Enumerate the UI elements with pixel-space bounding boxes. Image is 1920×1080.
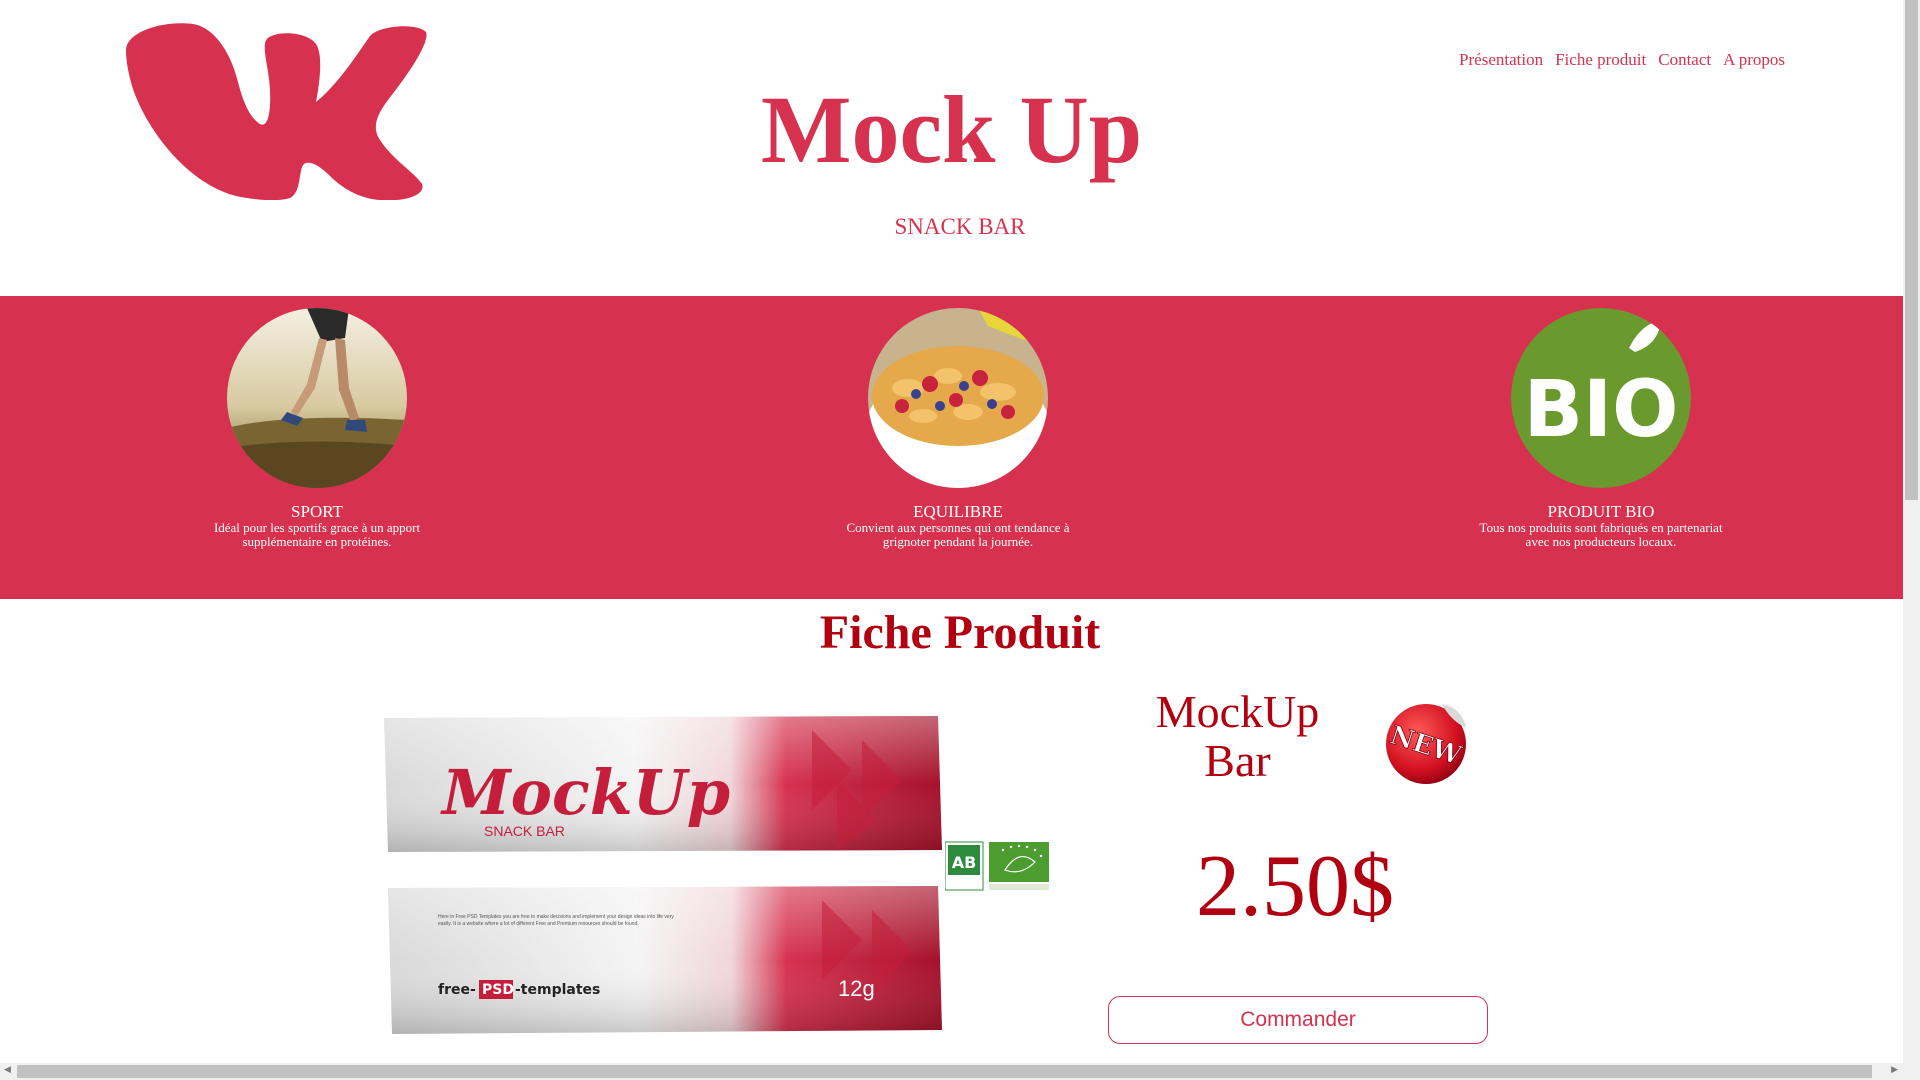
feature-title: EQUILIBRE (913, 502, 1003, 521)
nav-presentation[interactable]: Présentation (1459, 50, 1543, 70)
feature-title: SPORT (291, 502, 343, 521)
svg-text:MockUp: MockUp (440, 756, 730, 829)
feature-text: Idéal pour les sportifs grace à un appor… (213, 520, 421, 549)
bio-badge-icon: BIO (1511, 308, 1691, 488)
svg-text:PSD: PSD (482, 982, 514, 998)
horizontal-scrollbar[interactable]: ◀ ▶ (0, 1063, 1920, 1080)
svg-text:BIO: BIO (1524, 365, 1679, 455)
svg-text:12g: 12g (838, 976, 875, 1001)
feature-text: Tous nos produits sont fabriqués en part… (1479, 520, 1723, 549)
feature-equilibre: EQUILIBRE Convient aux personnes qui ont… (813, 308, 1103, 548)
feature-sport: SPORT Idéal pour les sportifs grace à un… (172, 308, 462, 548)
svg-text:AB: AB (952, 853, 977, 872)
product-price: 2.50$ (1196, 838, 1394, 935)
feature-title: PRODUIT BIO (1547, 502, 1655, 521)
product-name: MockUp Bar (1120, 686, 1355, 786)
nav-fiche-produit[interactable]: Fiche produit (1555, 50, 1646, 70)
main-nav: Présentation Fiche produit Contact A pro… (1459, 50, 1785, 70)
order-button[interactable]: Commander (1108, 996, 1488, 1044)
cereal-bowl-photo (868, 308, 1048, 488)
feature-produit-bio: BIO PRODUIT BIO Tous nos produits sont f… (1456, 308, 1746, 548)
product-name-line2: Bar (1204, 734, 1271, 786)
product-packaging-image: MockUp SNACK BAR Here in Free PSD Templa… (384, 716, 942, 1034)
section-title: Fiche Produit (819, 606, 1101, 659)
nav-contact[interactable]: Contact (1658, 50, 1711, 70)
svg-text:-templates: -templates (515, 982, 600, 998)
site-title: Mock Up (760, 76, 1143, 183)
vertical-scrollbar-thumb[interactable] (1905, 0, 1918, 500)
features-band: SPORT Idéal pour les sportifs grace à un… (0, 296, 1903, 599)
new-badge-icon: NEW (1386, 704, 1466, 784)
organic-labels-icon: AB (945, 841, 1049, 891)
horizontal-scrollbar-thumb[interactable] (17, 1065, 1872, 1078)
nav-a-propos[interactable]: A propos (1723, 50, 1785, 70)
product-name-line1: MockUp (1155, 686, 1320, 737)
scroll-left-icon[interactable]: ◀ (4, 1065, 11, 1075)
site-subtitle: SNACK BAR (894, 214, 1026, 239)
runner-photo (227, 308, 407, 488)
svg-text:free-: free- (438, 982, 476, 998)
feature-text: Convient aux personnes qui ont tendance … (846, 520, 1070, 549)
scroll-right-icon[interactable]: ▶ (1891, 1065, 1898, 1075)
svg-text:SNACK BAR: SNACK BAR (484, 823, 565, 839)
vertical-scrollbar[interactable] (1903, 0, 1920, 1063)
